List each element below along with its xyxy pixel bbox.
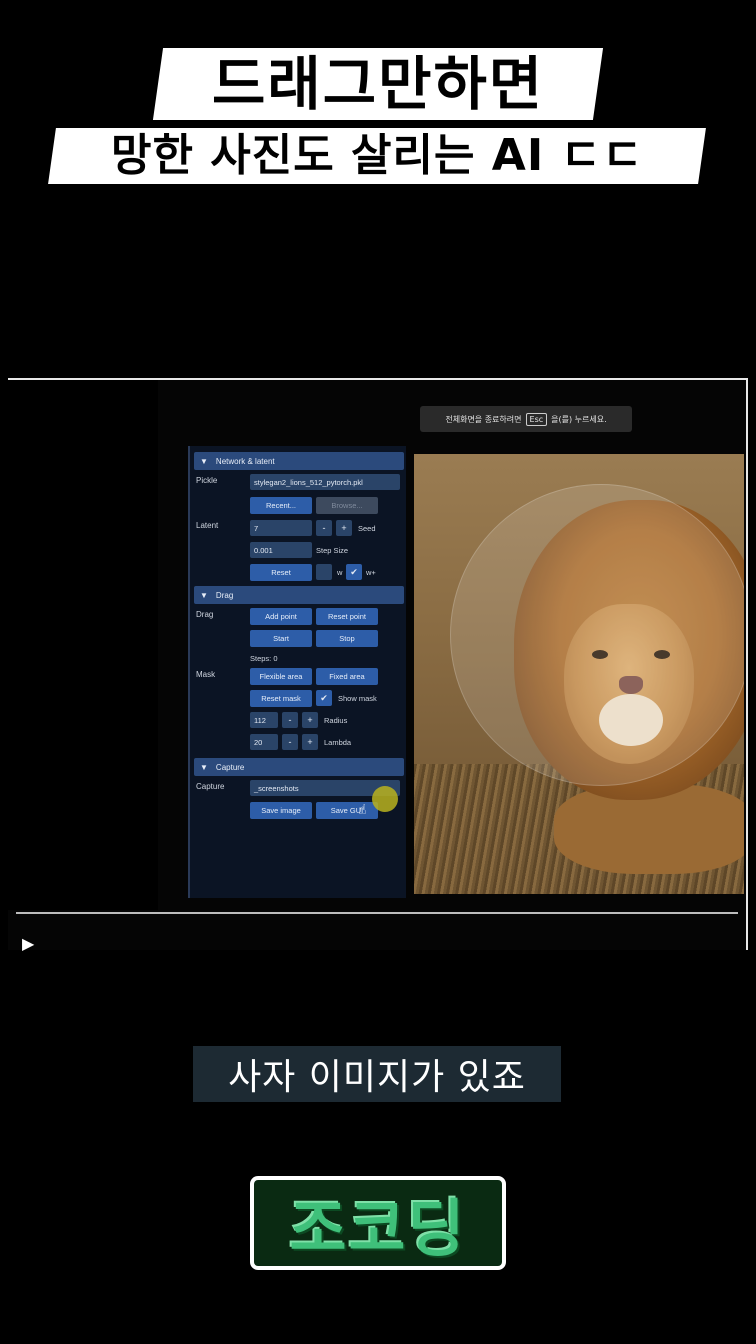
wplus-checkbox[interactable]: ✔	[346, 564, 362, 580]
collapse-triangle-icon: ▼	[200, 456, 208, 466]
toast-text-before: 전체화면을 종료하려면	[445, 414, 522, 424]
seed-field[interactable]: 7	[250, 520, 312, 536]
title-line2-banner: 망한 사진도 살리는 AI ㄷㄷ	[48, 128, 706, 184]
video-left-area	[8, 380, 158, 910]
stop-button[interactable]: Stop	[316, 630, 378, 647]
section-capture[interactable]: ▼ Capture	[194, 758, 404, 776]
play-icon[interactable]: ▶	[22, 934, 34, 953]
mask-overlay	[450, 484, 744, 786]
save-gui-button[interactable]: Save GUI	[316, 802, 378, 819]
reset-mask-button[interactable]: Reset mask	[250, 690, 312, 707]
hand-cursor-icon: ☝	[358, 802, 367, 818]
click-indicator	[372, 786, 398, 812]
recent-button[interactable]: Recent...	[250, 497, 312, 514]
section-network-latent[interactable]: ▼ Network & latent	[194, 452, 404, 470]
lion-image[interactable]	[414, 454, 744, 894]
title-line1-banner: 드래그만하면	[152, 48, 604, 120]
radius-label: Radius	[324, 716, 348, 725]
drag-label: Drag	[196, 610, 214, 619]
fixed-area-button[interactable]: Fixed area	[316, 668, 378, 685]
lambda-label: Lambda	[324, 738, 352, 747]
steps-counter: Steps: 0	[250, 654, 278, 663]
logo-text: 조코딩	[289, 1192, 467, 1265]
radius-field[interactable]: 112	[250, 712, 278, 728]
capture-label: Capture	[196, 782, 225, 791]
fullscreen-exit-toast: 전체화면을 종료하려면 Esc 을(를) 누르세요.	[420, 406, 632, 432]
seed-label: Seed	[358, 524, 376, 533]
collapse-triangle-icon: ▼	[200, 762, 208, 772]
w-checkbox[interactable]	[316, 564, 332, 580]
video-player[interactable]: 전체화면을 종료하려면 Esc 을(를) 누르세요. ▼ Network & l…	[8, 378, 748, 953]
mask-label: Mask	[196, 670, 216, 679]
flexible-area-button[interactable]: Flexible area	[250, 668, 312, 685]
pickle-label: Pickle	[196, 476, 218, 485]
w-label: w	[337, 568, 343, 577]
wplus-label: w+	[366, 568, 376, 577]
browse-button[interactable]: Browse...	[316, 497, 378, 514]
toast-text-after: 을(를) 누르세요.	[551, 414, 607, 424]
title-line2: 망한 사진도 살리는 AI ㄷㄷ	[110, 130, 644, 181]
step-size-label: Step Size	[316, 546, 349, 555]
seed-plus-button[interactable]: +	[336, 520, 352, 536]
latent-label: Latent	[196, 521, 219, 530]
reset-button[interactable]: Reset	[250, 564, 312, 581]
show-mask-checkbox[interactable]: ✔	[316, 690, 332, 706]
lambda-field[interactable]: 20	[250, 734, 278, 750]
section-drag[interactable]: ▼ Drag	[194, 586, 404, 604]
pickle-field[interactable]: stylegan2_lions_512_pytorch.pkl	[250, 474, 400, 490]
checkmark-icon: ✔	[350, 566, 358, 577]
add-point-button[interactable]: Add point	[250, 608, 312, 625]
seed-minus-button[interactable]: -	[316, 520, 332, 536]
lambda-minus-button[interactable]: -	[282, 734, 298, 750]
start-button[interactable]: Start	[250, 630, 312, 647]
title-line1: 드래그만하면	[211, 50, 545, 118]
radius-minus-button[interactable]: -	[282, 712, 298, 728]
checkmark-icon: ✔	[320, 692, 328, 703]
draggan-control-panel: ▼ Network & latent Pickle stylegan2_lion…	[188, 446, 406, 898]
step-size-field[interactable]: 0.001	[250, 542, 312, 558]
caption-subtitle: 사자 이미지가 있죠	[193, 1046, 561, 1102]
esc-key: Esc	[525, 412, 548, 426]
lambda-plus-button[interactable]: +	[302, 734, 318, 750]
show-mask-label: Show mask	[338, 694, 377, 703]
save-image-button[interactable]: Save image	[250, 802, 312, 819]
video-progress-bar[interactable]	[16, 912, 738, 914]
radius-plus-button[interactable]: +	[302, 712, 318, 728]
collapse-triangle-icon: ▼	[200, 590, 208, 600]
reset-point-button[interactable]: Reset point	[316, 608, 378, 625]
channel-logo: 조코딩	[250, 1176, 506, 1270]
